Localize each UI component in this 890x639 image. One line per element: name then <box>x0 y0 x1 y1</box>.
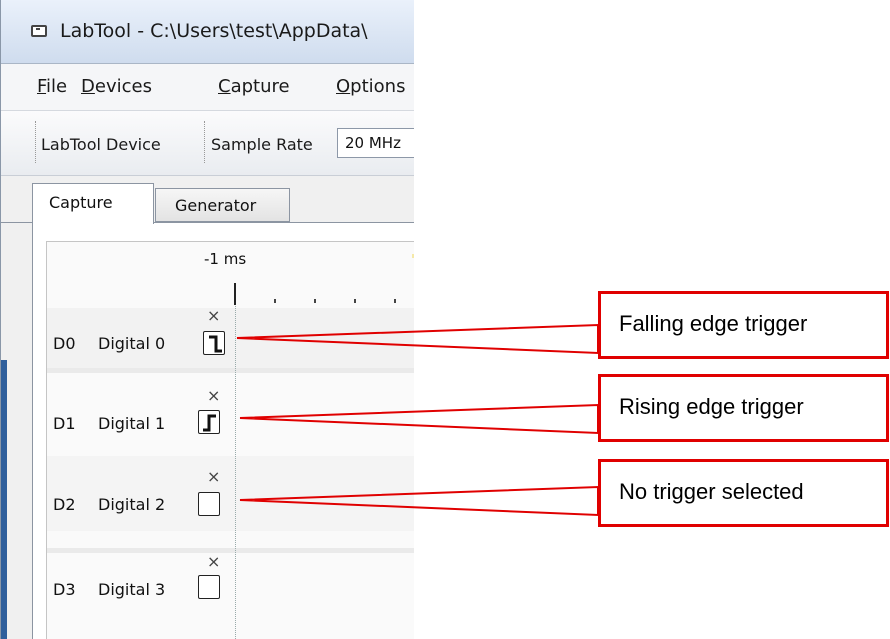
callout-pointer <box>239 403 599 435</box>
callout-rising-edge: Rising edge trigger <box>598 374 889 442</box>
callout-text: Falling edge trigger <box>619 311 808 336</box>
callout-pointer <box>236 323 599 355</box>
callout-text: Rising edge trigger <box>619 394 804 419</box>
callout-falling-edge: Falling edge trigger <box>598 291 889 359</box>
callout-pointer <box>239 485 599 517</box>
callout-text: No trigger selected <box>619 479 804 504</box>
tab-capture[interactable]: Capture <box>32 183 154 224</box>
callout-no-trigger: No trigger selected <box>598 459 889 527</box>
